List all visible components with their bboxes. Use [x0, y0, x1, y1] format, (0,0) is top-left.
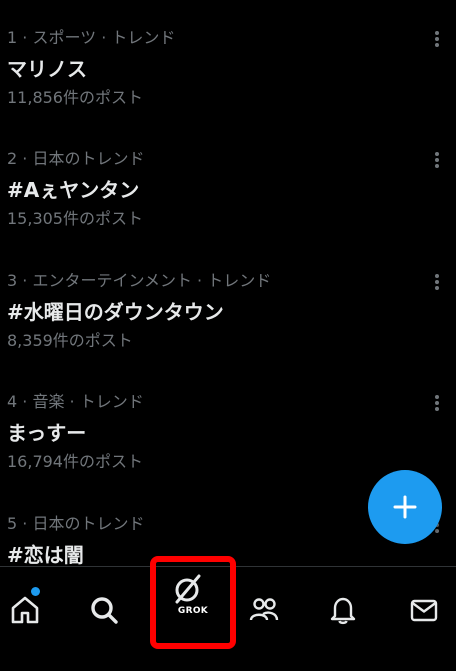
- bell-icon: [330, 597, 356, 625]
- more-options-icon[interactable]: [432, 394, 442, 412]
- trend-context: 2 · 日本のトレンド: [7, 149, 145, 168]
- search-icon: [91, 597, 118, 624]
- trend-name[interactable]: マリノス: [7, 56, 87, 82]
- trend-post-count: 15,305件のポスト: [7, 209, 143, 228]
- trend-post-count: 8,359件のポスト: [7, 331, 133, 350]
- trend-item[interactable]: 1 · スポーツ · トレンド マリノス 11,856件のポスト: [0, 0, 456, 110]
- trend-name[interactable]: #Aぇヤンタン: [7, 177, 139, 203]
- trend-context: 3 · エンターテインメント · トレンド: [7, 271, 272, 290]
- bottom-navigation-bar: GROK: [0, 556, 456, 671]
- home-icon: [11, 596, 39, 624]
- compose-post-button[interactable]: [368, 470, 442, 544]
- nav-search[interactable]: [79, 585, 129, 635]
- trend-post-count: 16,794件のポスト: [7, 452, 143, 471]
- more-options-icon[interactable]: [432, 151, 442, 169]
- nav-communities[interactable]: [239, 585, 289, 635]
- grok-icon: [175, 574, 201, 604]
- communities-icon: [249, 598, 279, 621]
- notification-dot: [31, 587, 40, 596]
- nav-messages[interactable]: [399, 585, 449, 635]
- trend-context: 5 · 日本のトレンド: [7, 514, 145, 533]
- trend-name[interactable]: #恋は闇: [7, 542, 84, 566]
- grok-label: GROK: [177, 606, 209, 616]
- trend-item[interactable]: 2 · 日本のトレンド #Aぇヤンタン 15,305件のポスト: [0, 121, 456, 231]
- plus-icon: [393, 495, 417, 519]
- more-options-icon[interactable]: [432, 30, 442, 48]
- trend-post-count: 11,856件のポスト: [7, 88, 143, 107]
- trend-item[interactable]: 3 · エンターテインメント · トレンド #水曜日のダウンタウン 8,359件…: [0, 243, 456, 353]
- more-options-icon[interactable]: [432, 273, 442, 291]
- trend-item[interactable]: 4 · 音楽 · トレンド まっすー 16,794件のポスト: [0, 364, 456, 474]
- trend-name[interactable]: #水曜日のダウンタウン: [7, 299, 224, 325]
- mail-icon: [410, 599, 438, 622]
- nav-notifications[interactable]: [318, 585, 368, 635]
- nav-home[interactable]: [0, 585, 50, 635]
- nav-grok[interactable]: GROK: [150, 556, 236, 649]
- trend-name[interactable]: まっすー: [7, 420, 86, 446]
- trend-context: 1 · スポーツ · トレンド: [7, 28, 176, 47]
- trend-context: 4 · 音楽 · トレンド: [7, 392, 144, 411]
